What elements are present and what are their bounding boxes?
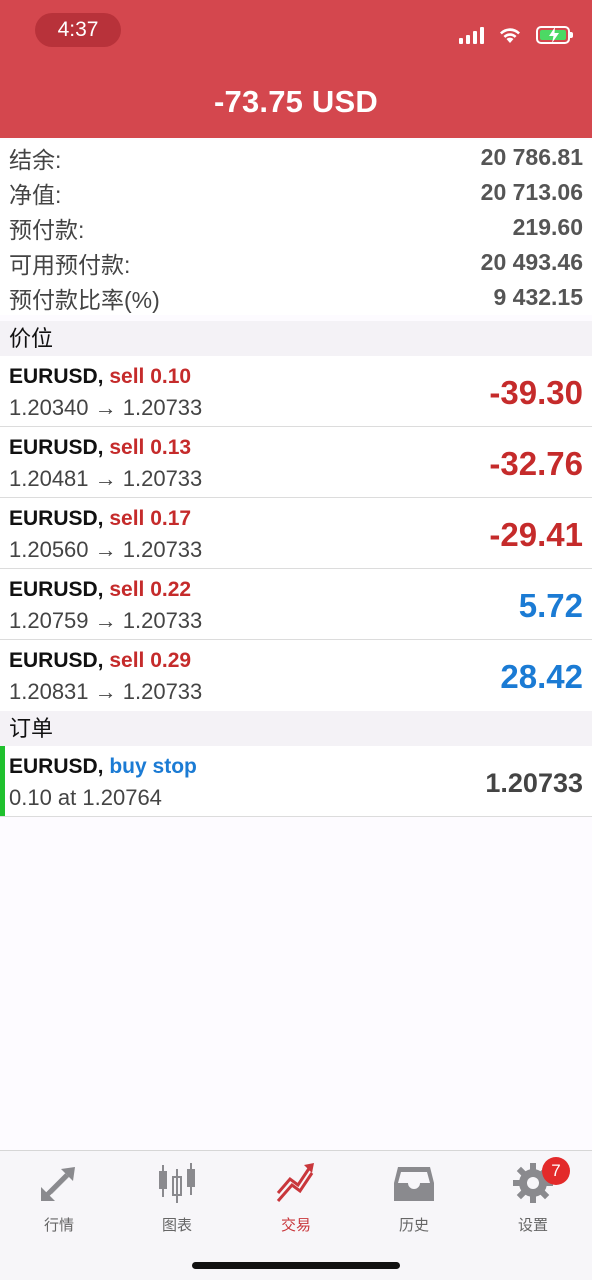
equity-value: 20 713.06 [480,179,583,205]
position-prices: 1.20481 → 1.20733 [9,466,203,491]
position-side: sell 0.10 [109,365,192,388]
account-summary: 结余: 20 786.81 净值: 20 713.06 预付款: 219.60 … [0,140,592,315]
free-margin-row: 可用预付款: 20 493.46 [0,245,592,280]
orders-list: EURUSD, buy stop 0.10 at 1.20764 1.20733 [0,746,592,817]
position-side: sell 0.29 [109,649,192,672]
balance-row: 结余: 20 786.81 [0,140,592,175]
battery-icon [536,26,573,44]
position-profit: 5.72 [518,587,583,624]
positions-section-header: 价位 [0,321,592,356]
order-title: EURUSD, buy stop [9,755,197,779]
position-title: EURUSD, sell 0.17 [9,507,191,531]
margin-label: 预付款: [9,216,85,243]
position-profit: -32.76 [489,445,583,482]
position-profit: -29.41 [489,516,583,553]
wifi-icon [500,28,520,43]
status-time: 4:37 [35,13,121,47]
margin-value: 219.60 [512,214,583,240]
tab-charts-label: 图表 [161,1217,192,1234]
position-side: sell 0.17 [109,507,192,530]
order-status-bar [0,746,5,816]
margin-level-row: 预付款比率(%) 9 432.15 [0,280,592,315]
order-type: buy stop [109,755,197,778]
order-symbol: EURUSD, [9,755,104,778]
cellular-signal-icon [459,26,484,44]
account-header: 4:37 -73.75 USD [0,0,592,138]
position-title: EURUSD, sell 0.22 [9,578,191,602]
tab-quotes-label: 行情 [43,1217,74,1234]
positions-list: EURUSD, sell 0.10 1.20340 → 1.20733 -39.… [0,356,592,711]
orders-section-header: 订单 [0,711,592,746]
balance-label: 结余: [9,146,62,173]
position-row[interactable]: EURUSD, sell 0.13 1.20481 → 1.20733 -32.… [0,427,592,498]
order-current-price: 1.20733 [485,768,583,798]
tab-settings[interactable]: 7 设置 [474,1157,592,1235]
position-row[interactable]: EURUSD, sell 0.22 1.20759 → 1.20733 5.72 [0,569,592,640]
position-profit: -39.30 [489,374,583,411]
position-symbol: EURUSD, [9,436,104,459]
floating-profit-title: -73.75 USD [214,84,378,119]
margin-level-value: 9 432.15 [493,284,583,310]
trade-trend-icon [276,1163,314,1202]
bottom-tab-bar: 行情 图表 交易 历史 7 设置 [0,1150,592,1280]
position-side: sell 0.13 [109,436,192,459]
position-row[interactable]: EURUSD, sell 0.10 1.20340 → 1.20733 -39.… [0,356,592,427]
position-row[interactable]: EURUSD, sell 0.17 1.20560 → 1.20733 -29.… [0,498,592,569]
free-margin-value: 20 493.46 [480,249,583,275]
equity-row: 净值: 20 713.06 [0,175,592,210]
candlestick-chart-icon [159,1163,195,1203]
home-indicator[interactable] [192,1262,400,1269]
quotes-arrows-icon [41,1167,75,1201]
margin-level-label: 预付款比率(%) [9,286,160,313]
position-symbol: EURUSD, [9,365,104,388]
tab-history-label: 历史 [398,1217,429,1234]
equity-label: 净值: [9,181,62,208]
balance-value: 20 786.81 [480,144,583,170]
margin-row: 预付款: 219.60 [0,210,592,245]
position-profit: 28.42 [500,658,583,695]
position-symbol: EURUSD, [9,578,104,601]
tab-trade[interactable]: 交易 [237,1161,355,1235]
position-symbol: EURUSD, [9,649,104,672]
settings-notification-badge: 7 [542,1157,570,1185]
position-prices: 1.20759 → 1.20733 [9,608,203,633]
tab-quotes[interactable]: 行情 [0,1161,118,1235]
position-prices: 1.20831 → 1.20733 [9,679,203,704]
position-title: EURUSD, sell 0.10 [9,365,191,389]
history-tray-icon [394,1167,434,1201]
order-details: 0.10 at 1.20764 [9,785,162,810]
free-margin-label: 可用预付款: [9,251,131,278]
position-title: EURUSD, sell 0.13 [9,436,191,460]
tab-charts[interactable]: 图表 [118,1161,236,1235]
position-title: EURUSD, sell 0.29 [9,649,191,673]
status-icons [459,22,573,48]
position-row[interactable]: EURUSD, sell 0.29 1.20831 → 1.20733 28.4… [0,640,592,711]
position-prices: 1.20560 → 1.20733 [9,537,203,562]
order-row[interactable]: EURUSD, buy stop 0.10 at 1.20764 1.20733 [0,746,592,817]
tab-trade-label: 交易 [280,1217,311,1234]
position-prices: 1.20340 → 1.20733 [9,395,203,420]
position-side: sell 0.22 [109,578,192,601]
tab-settings-label: 设置 [517,1217,548,1234]
position-symbol: EURUSD, [9,507,104,530]
tab-history[interactable]: 历史 [355,1161,473,1235]
